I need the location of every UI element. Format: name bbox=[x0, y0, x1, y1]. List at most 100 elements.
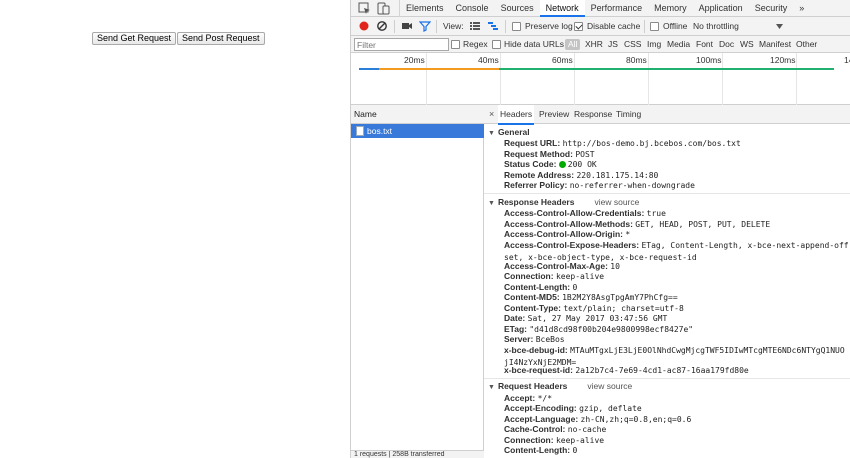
regex-label: Regex bbox=[463, 39, 488, 49]
waterfall-overview-icon[interactable] bbox=[487, 20, 499, 32]
tab-memory[interactable]: Memory bbox=[648, 0, 693, 17]
header-row: Referrer Policy: no-referrer-when-downgr… bbox=[504, 180, 695, 190]
tab-console[interactable]: Console bbox=[450, 0, 495, 17]
offline-checkbox[interactable] bbox=[650, 22, 659, 31]
timeline-bar bbox=[359, 68, 379, 70]
header-row: Access-Control-Expose-Headers: ETag, Con… bbox=[504, 240, 849, 262]
request-row[interactable]: bos.txt bbox=[351, 124, 484, 138]
filter-icon[interactable] bbox=[419, 20, 431, 32]
timeline-bar bbox=[499, 68, 834, 70]
timeline-gridline bbox=[796, 53, 797, 105]
name-column-header[interactable]: Name bbox=[351, 105, 484, 124]
header-row: Accept-Encoding: gzip, deflate bbox=[504, 403, 642, 413]
toolbar-divider bbox=[644, 20, 645, 33]
collapse-triangle-icon: ▼ bbox=[488, 200, 495, 207]
view-source-link[interactable]: view source bbox=[594, 197, 639, 207]
filter-type-doc[interactable]: Doc bbox=[719, 36, 734, 53]
header-row: Status Code: 200 OK bbox=[504, 159, 597, 169]
collapse-triangle-icon: ▼ bbox=[488, 130, 495, 137]
inspect-element-icon[interactable] bbox=[358, 2, 371, 15]
timeline-tick: 120ms bbox=[770, 55, 796, 65]
header-row: Access-Control-Allow-Credentials: true bbox=[504, 208, 666, 218]
section-divider bbox=[484, 193, 850, 194]
disable-cache-checkbox[interactable] bbox=[574, 22, 583, 31]
filter-type-media[interactable]: Media bbox=[667, 36, 690, 53]
disable-cache-label: Disable cache bbox=[587, 21, 641, 31]
filter-bar: Regex Hide data URLs All XHR JS CSS Img … bbox=[351, 36, 850, 53]
timeline-gridline bbox=[722, 53, 723, 105]
devtools-tabbar: Elements Console Sources Network Perform… bbox=[351, 0, 850, 17]
timeline-tick: 60ms bbox=[552, 55, 573, 65]
hide-data-urls-label: Hide data URLs bbox=[504, 39, 565, 49]
throttling-select[interactable]: No throttling bbox=[693, 17, 739, 36]
timeline-gridline bbox=[648, 53, 649, 105]
file-icon bbox=[356, 126, 364, 136]
filter-type-css[interactable]: CSS bbox=[624, 36, 641, 53]
filter-type-ws[interactable]: WS bbox=[740, 36, 754, 53]
regex-checkbox[interactable] bbox=[451, 40, 460, 49]
page-viewport: Send Get Request Send Post Request bbox=[0, 0, 350, 458]
filter-type-xhr[interactable]: XHR bbox=[585, 36, 603, 53]
timeline-tick: 40ms bbox=[478, 55, 499, 65]
request-details: × Headers Preview Response Timing ▼ Gener… bbox=[484, 105, 850, 458]
hide-data-urls-checkbox[interactable] bbox=[492, 40, 501, 49]
filter-type-manifest[interactable]: Manifest bbox=[759, 36, 791, 53]
request-headers-section-header[interactable]: ▼ Request Headers view source bbox=[488, 381, 632, 394]
close-details-icon[interactable]: × bbox=[489, 105, 494, 124]
filter-type-other[interactable]: Other bbox=[796, 36, 817, 53]
timeline-tick: 14 bbox=[844, 55, 850, 65]
timeline-bar bbox=[379, 68, 499, 70]
devtools-panel: Elements Console Sources Network Perform… bbox=[350, 0, 850, 458]
timeline-gridline bbox=[574, 53, 575, 105]
toolbar-divider bbox=[436, 20, 437, 33]
timeline-gridline bbox=[500, 53, 501, 105]
header-row: Cache-Control: no-cache bbox=[504, 424, 607, 434]
header-row: x-bce-request-id: 2a12b7c4-7e69-4cd1-ac8… bbox=[504, 365, 749, 375]
timeline-overview[interactable]: 20ms 40ms 60ms 80ms 100ms 120ms 14 bbox=[351, 53, 850, 105]
filter-type-all[interactable]: All bbox=[565, 39, 581, 50]
send-get-request-button[interactable]: Send Get Request bbox=[92, 32, 177, 45]
request-list: Name bos.txt bbox=[351, 105, 484, 458]
filter-type-js[interactable]: JS bbox=[608, 36, 618, 53]
throttling-dropdown-icon[interactable] bbox=[776, 24, 783, 29]
status-ok-icon bbox=[558, 161, 566, 168]
timeline-tick: 80ms bbox=[626, 55, 647, 65]
timeline-gridline bbox=[426, 53, 427, 105]
view-source-link[interactable]: view source bbox=[587, 381, 632, 391]
tab-security[interactable]: Security bbox=[749, 0, 794, 17]
header-row: Content-Length: 0 bbox=[504, 445, 578, 455]
tab-headers[interactable]: Headers bbox=[498, 105, 535, 125]
record-icon[interactable] bbox=[358, 20, 370, 32]
toolbar-divider bbox=[394, 20, 395, 33]
send-post-request-button[interactable]: Send Post Request bbox=[177, 32, 265, 45]
tab-network[interactable]: Network bbox=[539, 0, 585, 17]
tab-preview[interactable]: Preview bbox=[539, 105, 569, 123]
header-row: Request URL: http://bos-demo.bj.bcebos.c… bbox=[504, 138, 741, 148]
header-row: Date: Sat, 27 May 2017 03:47:56 GMT bbox=[504, 313, 668, 323]
timeline-tick: 20ms bbox=[404, 55, 425, 65]
more-tabs-button[interactable]: » bbox=[793, 0, 810, 17]
devtools-tabs: Elements Console Sources Network Perform… bbox=[399, 0, 810, 17]
toolbar-divider bbox=[505, 20, 506, 33]
header-row: Access-Control-Allow-Origin: * bbox=[504, 229, 631, 239]
network-toolbar: View: Preserve log Disable cache Offline… bbox=[351, 17, 850, 36]
clear-icon[interactable] bbox=[376, 20, 388, 32]
header-row: Content-MD5: 1B2M2Y8AsgTpgAmY7PhCfg== bbox=[504, 292, 678, 302]
capture-screenshots-icon[interactable] bbox=[401, 20, 413, 32]
filter-type-font[interactable]: Font bbox=[696, 36, 713, 53]
tab-performance[interactable]: Performance bbox=[585, 0, 649, 17]
tab-timing[interactable]: Timing bbox=[616, 105, 641, 123]
tab-sources[interactable]: Sources bbox=[495, 0, 540, 17]
filter-type-img[interactable]: Img bbox=[647, 36, 661, 53]
tab-application[interactable]: Application bbox=[693, 0, 749, 17]
preserve-log-checkbox[interactable] bbox=[512, 22, 521, 31]
tab-elements[interactable]: Elements bbox=[400, 0, 450, 17]
device-toolbar-icon[interactable] bbox=[377, 2, 390, 15]
timeline-tick: 100ms bbox=[696, 55, 722, 65]
tab-response[interactable]: Response bbox=[574, 105, 612, 123]
header-row: Server: BceBos bbox=[504, 334, 565, 344]
preserve-log-label: Preserve log bbox=[525, 21, 573, 31]
large-request-rows-icon[interactable] bbox=[469, 20, 481, 32]
view-label: View: bbox=[443, 21, 464, 31]
filter-input[interactable] bbox=[354, 38, 449, 51]
